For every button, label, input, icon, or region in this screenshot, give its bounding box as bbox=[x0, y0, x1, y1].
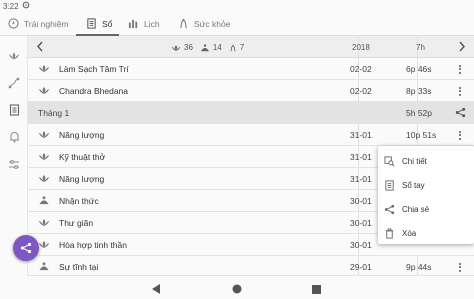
session-name: Thư giãn bbox=[59, 218, 94, 228]
session-name: Năng lượng bbox=[59, 174, 105, 184]
chevron-left-icon[interactable] bbox=[36, 41, 44, 54]
more-vert-icon[interactable] bbox=[454, 128, 466, 142]
lotus-icon bbox=[38, 86, 50, 96]
sidebar-filter-icon[interactable] bbox=[7, 157, 21, 171]
session-name: Kỹ thuật thở bbox=[59, 152, 106, 162]
menu-item-label: Xóa bbox=[402, 228, 417, 238]
count-sessions: 36 bbox=[184, 43, 193, 52]
menu-item-label: Chi tiết bbox=[402, 156, 427, 166]
meditation-icon bbox=[200, 43, 209, 51]
month-label: Tháng 1 bbox=[38, 108, 70, 118]
share-icon bbox=[20, 242, 32, 254]
health-icon bbox=[178, 18, 189, 31]
health-icon bbox=[230, 44, 236, 51]
header-hours: 7h bbox=[416, 43, 425, 52]
nav-recents-icon[interactable] bbox=[312, 281, 321, 299]
status-time: 3:22 bbox=[3, 2, 19, 11]
system-nav-bar bbox=[0, 276, 474, 296]
menu-item-delete[interactable]: Xóa bbox=[378, 221, 474, 245]
sidebar-bell-icon[interactable] bbox=[7, 130, 21, 144]
share-icon bbox=[384, 204, 395, 215]
chevron-right-icon[interactable] bbox=[458, 41, 466, 54]
lotus-icon bbox=[38, 152, 50, 162]
session-date: 02-02 bbox=[350, 64, 372, 74]
lotus-icon bbox=[171, 44, 181, 51]
meditation-icon bbox=[38, 196, 50, 206]
session-duration: 8p 33s bbox=[406, 86, 432, 96]
more-vert-icon[interactable] bbox=[454, 62, 466, 76]
session-date: 29-01 bbox=[350, 262, 372, 272]
lotus-icon bbox=[38, 130, 50, 140]
lotus-icon bbox=[38, 64, 50, 74]
month-total: 5h 52p bbox=[406, 108, 432, 118]
session-date: 30-01 bbox=[350, 240, 372, 250]
count-health: 7 bbox=[239, 43, 245, 52]
sidebar-route-icon[interactable] bbox=[7, 76, 21, 90]
count-meditation: 14 bbox=[212, 43, 222, 52]
share-icon[interactable] bbox=[455, 107, 466, 120]
list-item[interactable]: Sự tĩnh tại 29-01 9p 44s bbox=[28, 256, 474, 276]
context-menu: Chi tiết Sổ tay Chia sẻ Xóa bbox=[378, 146, 474, 244]
tab-label: Sổ bbox=[102, 19, 113, 29]
nav-back-icon[interactable] bbox=[152, 281, 161, 299]
notebook-icon bbox=[384, 179, 395, 191]
session-date: 31-01 bbox=[350, 152, 372, 162]
lotus-icon bbox=[38, 174, 50, 184]
more-vert-icon[interactable] bbox=[454, 260, 466, 274]
compass-icon bbox=[8, 17, 19, 31]
session-date: 31-01 bbox=[350, 130, 372, 140]
more-vert-icon[interactable] bbox=[454, 84, 466, 98]
journal-header: 36 14 7 2018 7h bbox=[28, 36, 474, 58]
lotus-icon bbox=[38, 240, 50, 250]
tab-health[interactable]: Sức khỏe bbox=[178, 12, 230, 36]
session-duration: 10p 51s bbox=[406, 130, 437, 140]
details-icon bbox=[384, 155, 395, 167]
lotus-icon bbox=[38, 218, 50, 228]
list-item[interactable]: Chandra Bhedana 02-02 8p 33s bbox=[28, 80, 474, 102]
sidebar-lotus-icon[interactable] bbox=[7, 49, 21, 63]
menu-item-notebook[interactable]: Sổ tay bbox=[378, 173, 474, 197]
share-fab-button[interactable] bbox=[13, 235, 39, 261]
menu-item-share[interactable]: Chia sẻ bbox=[378, 197, 474, 221]
status-bar: 3:22 bbox=[0, 0, 474, 12]
session-name: Hòa hợp tinh thần bbox=[59, 240, 127, 250]
tab-bar: Trải nghiệm Sổ Lịch Sức khỏe bbox=[0, 12, 474, 36]
session-name: Làm Sạch Tâm Trí bbox=[59, 64, 129, 74]
tab-label: Lịch bbox=[144, 19, 160, 29]
stats-counts: 36 14 7 bbox=[171, 43, 244, 52]
session-name: Chandra Bhedana bbox=[59, 86, 129, 96]
session-name: Năng lượng bbox=[59, 130, 105, 140]
session-duration: 6p 46s bbox=[406, 64, 432, 74]
nav-home-icon[interactable] bbox=[232, 281, 242, 299]
session-name: Nhận thức bbox=[59, 196, 99, 206]
month-row: Tháng 1 5h 52p bbox=[28, 102, 474, 124]
session-name: Sự tĩnh tại bbox=[59, 262, 99, 272]
tab-label: Trải nghiệm bbox=[24, 19, 69, 29]
menu-item-label: Sổ tay bbox=[402, 180, 425, 190]
tab-label: Sức khỏe bbox=[194, 19, 231, 29]
tab-journal[interactable]: Sổ bbox=[86, 12, 112, 36]
journal-icon bbox=[86, 17, 97, 31]
header-year: 2018 bbox=[352, 43, 370, 52]
session-date: 30-01 bbox=[350, 196, 372, 206]
trash-icon bbox=[384, 227, 395, 239]
list-item[interactable]: Năng lượng 31-01 10p 51s bbox=[28, 124, 474, 146]
list-item[interactable]: Làm Sạch Tâm Trí 02-02 6p 46s bbox=[28, 58, 474, 80]
session-date: 30-01 bbox=[350, 218, 372, 228]
session-date: 02-02 bbox=[350, 86, 372, 96]
menu-item-label: Chia sẻ bbox=[402, 204, 430, 214]
meditation-icon bbox=[38, 262, 50, 272]
session-date: 31-01 bbox=[350, 174, 372, 184]
session-duration: 9p 44s bbox=[406, 262, 432, 272]
tab-experience[interactable]: Trải nghiệm bbox=[8, 12, 69, 36]
bar-chart-icon bbox=[128, 18, 139, 31]
status-gear-icon bbox=[22, 1, 30, 11]
menu-item-details[interactable]: Chi tiết bbox=[378, 149, 474, 173]
tab-calendar[interactable]: Lịch bbox=[128, 12, 160, 36]
sidebar-journal-icon[interactable] bbox=[7, 103, 21, 117]
